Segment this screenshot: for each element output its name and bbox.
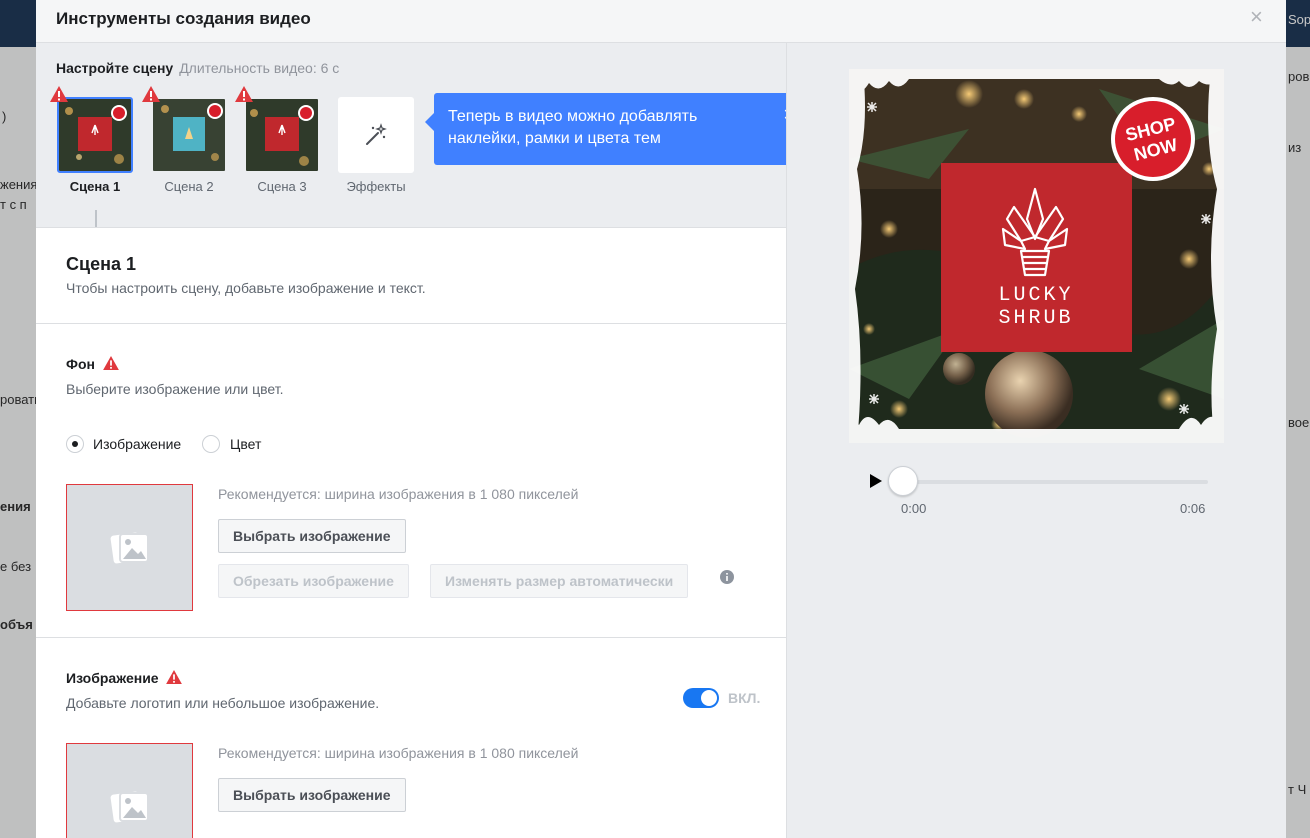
scene-subtitle: Чтобы настроить сцену, добавьте изображе… [66, 280, 426, 296]
scene-info-section: Сцена 1 Чтобы настроить сцену, добавьте … [36, 228, 786, 324]
close-icon[interactable]: × [1250, 6, 1268, 28]
scenes-bar: Настройте сцену Длительность видео: 6 с [36, 43, 786, 228]
warning-icon [142, 86, 160, 102]
video-preview-panel: LUCKY SHRUB SHOP NOW 0:00 0:06 [787, 43, 1286, 838]
scene-3-thumbnail[interactable]: Сцена 3 [244, 97, 320, 194]
image-placeholder-icon [110, 532, 149, 563]
video-preview[interactable]: LUCKY SHRUB SHOP NOW [849, 69, 1224, 443]
scenes-heading: Настройте сцену Длительность видео: 6 с [56, 60, 339, 76]
background-title-text: Фон [66, 356, 95, 372]
scene-thumbnail-image [244, 97, 320, 173]
magic-wand-icon [366, 123, 387, 145]
scene-label: Сцена 1 [69, 179, 121, 194]
warning-icon [50, 86, 68, 102]
scene-title: Сцена 1 [66, 254, 136, 274]
new-features-tooltip: Теперь в видео можно добавлять наклейки,… [425, 93, 786, 165]
background-section: Фон Выберите изображение или цвет. Изобр… [36, 324, 786, 638]
scene-1-thumbnail[interactable]: Сцена 1 [57, 97, 133, 194]
logo-image-dropzone[interactable] [66, 743, 193, 838]
crop-image-button[interactable]: Обрезать изображение [218, 564, 409, 598]
active-scene-indicator [95, 210, 97, 227]
preview-logo-line2: SHRUB [998, 307, 1073, 330]
background-image-hint: Рекомендуется: ширина изображения в 1 08… [218, 486, 579, 502]
scene-label: Сцена 2 [164, 179, 214, 194]
warning-icon [102, 356, 119, 370]
logo-image-subtitle: Добавьте логотип или небольшое изображен… [66, 695, 380, 711]
warning-icon [235, 86, 253, 102]
play-icon[interactable] [869, 473, 883, 489]
logo-image-title: Изображение [66, 670, 183, 686]
toggle-state-label: ВКЛ. [728, 690, 761, 706]
scene-2-thumbnail[interactable]: Сцена 2 [151, 97, 227, 194]
choose-logo-image-button[interactable]: Выбрать изображение [218, 778, 406, 812]
current-time: 0:00 [901, 501, 927, 516]
modal-header: Инструменты создания видео × [36, 0, 1286, 43]
playback-progress-track[interactable] [888, 480, 1208, 484]
logo-image-title-text: Изображение [66, 670, 159, 686]
video-duration: Длительность видео: 6 с [179, 60, 340, 76]
effects-button[interactable]: Эффекты [338, 97, 414, 194]
playback-scrubber-handle[interactable] [888, 466, 918, 496]
effects-label: Эффекты [346, 179, 406, 194]
logo-image-hint: Рекомендуется: ширина изображения в 1 08… [218, 745, 579, 761]
modal-title: Инструменты создания видео [56, 9, 311, 28]
tooltip-text: Теперь в видео можно добавлять наклейки,… [448, 108, 698, 147]
image-placeholder-icon [110, 791, 149, 822]
background-subtitle: Выберите изображение или цвет. [66, 381, 284, 397]
choose-background-image-button[interactable]: Выбрать изображение [218, 519, 406, 553]
background-image-dropzone[interactable] [66, 484, 193, 611]
warning-icon [166, 670, 183, 684]
total-duration: 0:06 [1180, 501, 1206, 516]
image-radio[interactable] [66, 435, 84, 453]
image-radio-label[interactable]: Изображение [93, 436, 181, 452]
scene-thumbnail-image [151, 97, 227, 173]
tooltip-arrow [425, 113, 434, 131]
scene-label: Сцена 3 [257, 179, 307, 194]
settings-panel: Настройте сцену Длительность видео: 6 с [36, 43, 787, 838]
background-title: Фон [66, 356, 119, 372]
color-radio-label[interactable]: Цвет [230, 436, 261, 452]
effects-tile [338, 97, 414, 173]
scenes-heading-title: Настройте сцену [56, 60, 174, 76]
logo-image-section: Изображение Добавьте логотип или небольш… [36, 638, 786, 838]
video-creation-modal: Инструменты создания видео × Настройте с… [36, 0, 1286, 838]
color-radio[interactable] [202, 435, 220, 453]
preview-logo-line1: LUCKY [998, 284, 1073, 307]
scene-thumbnail-image [57, 97, 133, 173]
info-icon[interactable] [720, 570, 734, 584]
auto-resize-button[interactable]: Изменять размер автоматически [430, 564, 689, 598]
logo-image-toggle[interactable] [683, 688, 719, 708]
